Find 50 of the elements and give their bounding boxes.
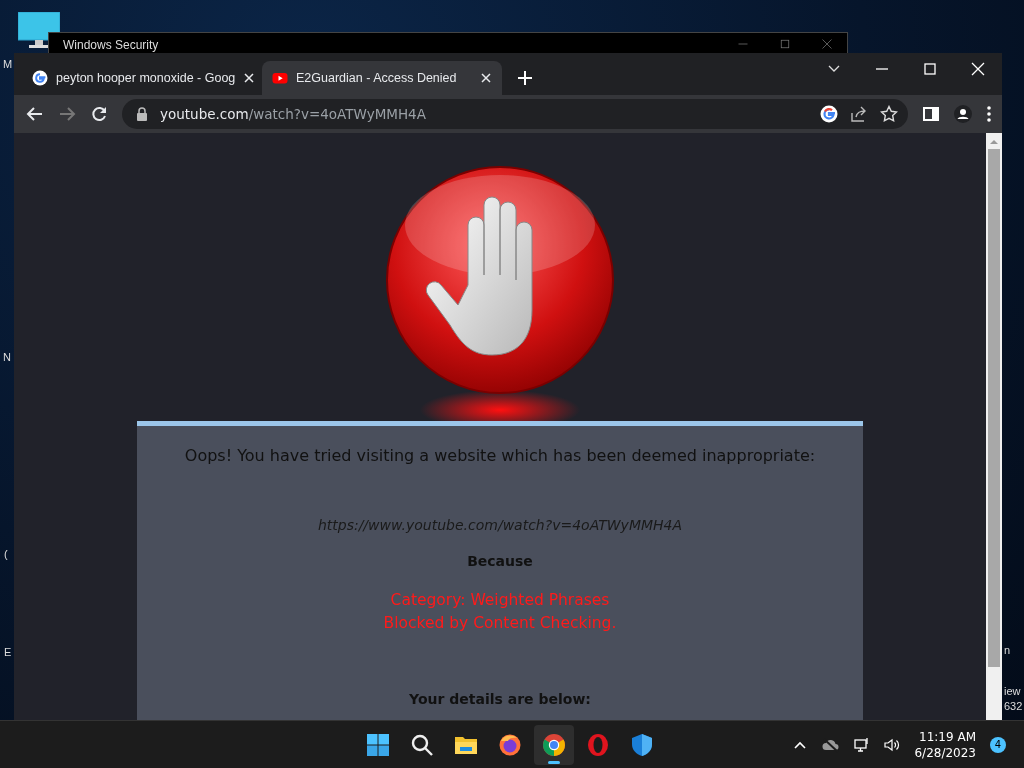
desktop-icon-label: N [3,351,11,364]
close-tab-icon[interactable] [480,72,492,84]
window-title: Windows Security [63,38,160,52]
forward-icon[interactable] [58,105,76,123]
clock[interactable]: 11:19 AM 6/28/2023 [914,728,976,761]
google-icon[interactable] [820,105,838,123]
desktop-icon-label: 632 [1004,700,1023,713]
error-heading: Oops! You have tried visiting a website which has been deemed inappropriate: [183,446,817,465]
address-bar[interactable]: youtube.com/watch?v=4oATWyMMH4A [122,99,908,129]
reload-icon[interactable] [90,105,108,123]
notification-badge[interactable]: 4 [990,736,1006,753]
desktop-icon-label: iew [1004,685,1021,698]
browser-tab[interactable]: peyton hooper monoxide - Goog [22,61,262,95]
maximize-icon[interactable] [922,61,938,77]
block-reason: Category: Weighted Phrases [389,590,611,611]
desktop-icon-label: E [4,646,12,659]
scrollbar-thumb[interactable] [988,149,1000,667]
windows-start-icon[interactable] [366,732,390,757]
shield-icon[interactable] [630,732,654,757]
date-text: 6/28/2023 [914,744,976,761]
time-text: 11:19 AM [919,728,976,745]
desktop-icon-label: n [1004,644,1011,657]
desktop-icon-label: M [3,58,13,71]
maximize-icon[interactable] [779,38,791,50]
chrome-icon[interactable] [542,732,566,757]
computer-icon[interactable] [18,12,60,50]
blocked-url: https://www.youtube.com/watch?v=4oATWyMMH4A [317,517,683,533]
block-reason: Blocked by Content Checking. [383,613,617,634]
search-icon[interactable] [410,732,434,757]
new-tab-icon[interactable] [518,71,532,85]
share-icon[interactable] [850,105,868,123]
opera-icon[interactable] [586,732,610,757]
taskbar-app-button[interactable] [534,724,574,765]
lock-icon [136,107,148,121]
side-panel-icon[interactable] [922,105,940,123]
browser-tab[interactable]: E2Guardian - Access Denied [262,61,502,95]
star-icon[interactable] [880,105,898,123]
menu-icon[interactable] [986,105,992,123]
youtube-favicon-icon [272,70,288,86]
firefox-icon[interactable] [498,732,522,757]
scrollbar[interactable] [986,133,1002,720]
back-icon[interactable] [26,105,44,123]
because-label: Because [467,553,533,569]
volume-icon[interactable] [884,736,901,753]
desktop-icon-label: ( [4,548,8,561]
close-tab-icon[interactable] [243,72,256,84]
network-icon[interactable] [854,736,871,753]
details-heading: Your details are below: [409,691,591,707]
profile-icon[interactable] [954,105,972,123]
google-favicon-icon [32,70,48,86]
